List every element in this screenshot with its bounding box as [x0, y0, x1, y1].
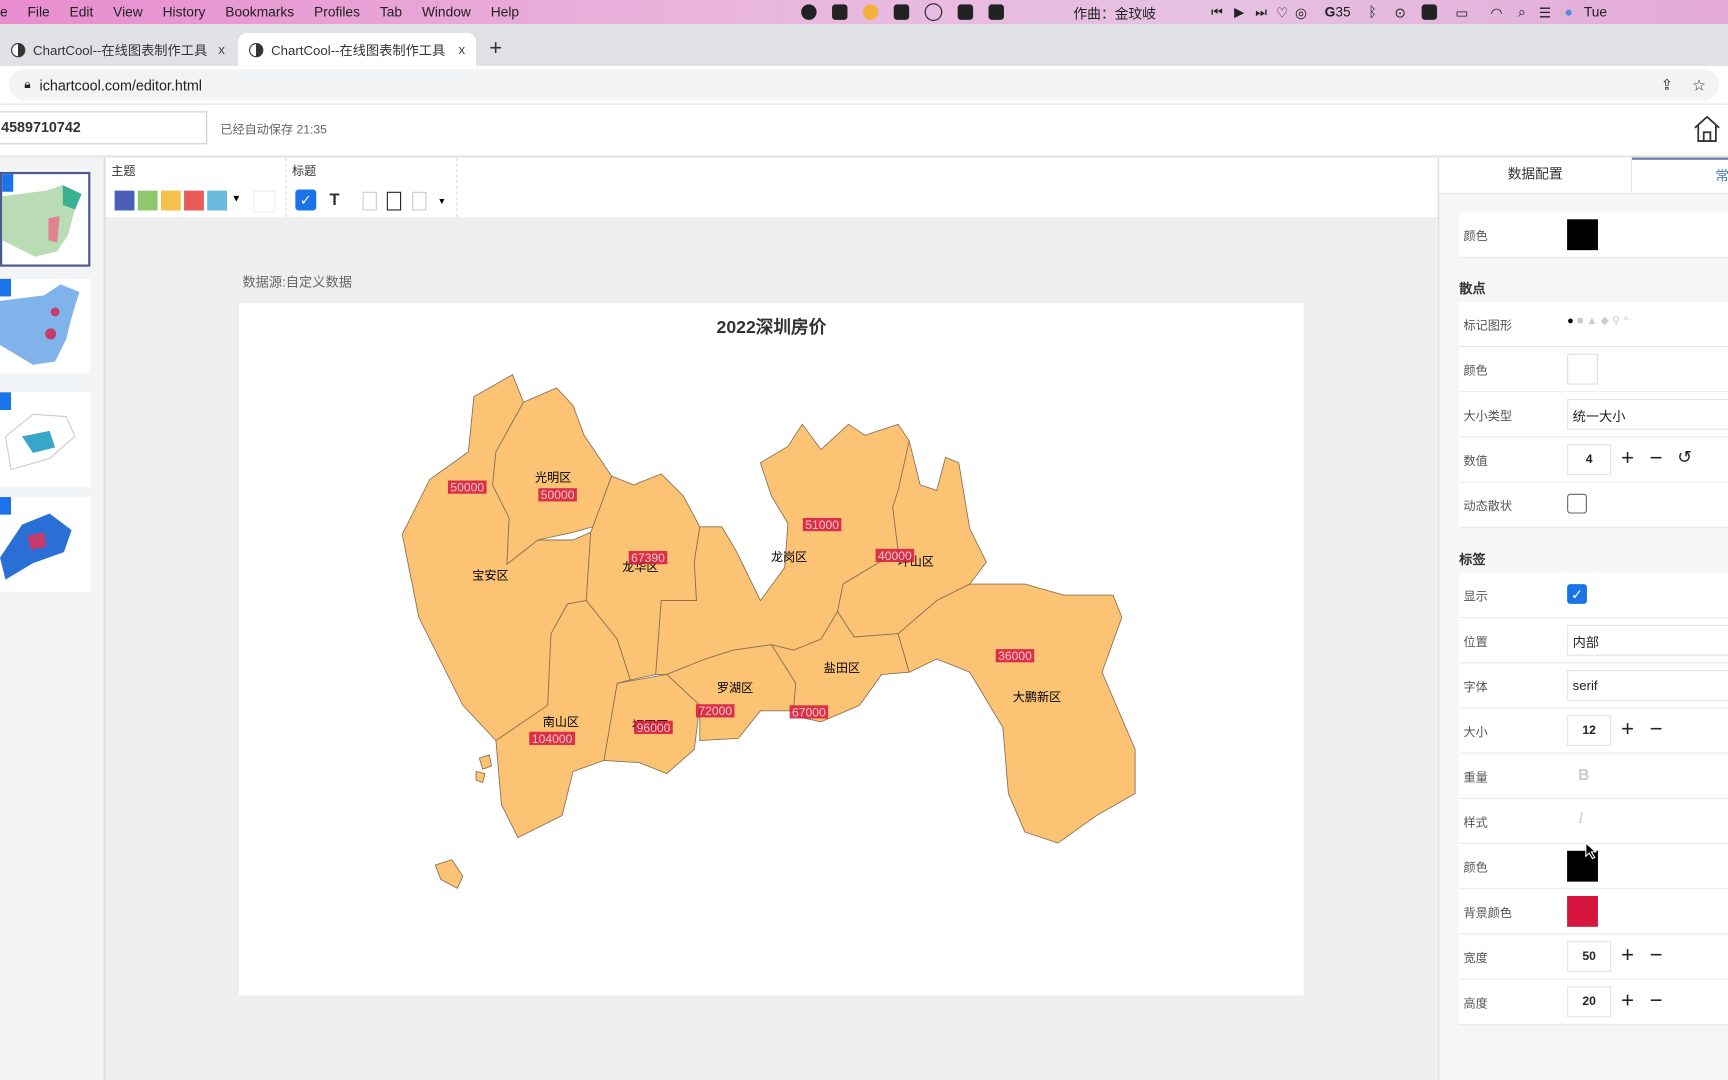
- map-region[interactable]: [897, 583, 1136, 844]
- row-scatter-color: 颜色: [1459, 347, 1728, 393]
- region-name-label: 罗湖区: [717, 680, 753, 695]
- region-value-label: 50000: [541, 488, 575, 502]
- decrement-button[interactable]: −: [1650, 989, 1663, 1013]
- font-select[interactable]: serif: [1567, 670, 1728, 701]
- position-select[interactable]: 内部: [1567, 624, 1728, 656]
- mouse-cursor-icon: [1585, 841, 1598, 860]
- label: 大小: [1463, 726, 1488, 740]
- label: 样式: [1463, 816, 1488, 830]
- share-icon[interactable]: ⇪: [1661, 76, 1673, 94]
- decrement-button[interactable]: −: [1650, 943, 1663, 967]
- bold-icon[interactable]: B: [1578, 766, 1589, 784]
- label: 重量: [1463, 771, 1488, 785]
- battery-icon[interactable]: ▭: [1455, 4, 1468, 21]
- bg-color-picker[interactable]: [1567, 895, 1598, 927]
- section-scatter: 散点: [1459, 281, 1486, 297]
- bookmark-star-icon[interactable]: ☆: [1692, 75, 1706, 94]
- marker-triangle-icon[interactable]: ▲: [1587, 315, 1598, 327]
- width-input[interactable]: 50: [1567, 941, 1612, 972]
- region-name-label: 盐田区: [824, 661, 860, 675]
- row-size: 大小 12 + −: [1459, 708, 1728, 754]
- region-value-label: 50000: [450, 481, 484, 495]
- label: 高度: [1463, 997, 1488, 1011]
- label: 颜色: [1463, 861, 1488, 876]
- search-icon[interactable]: ⌕: [1518, 4, 1526, 21]
- region-name-label: 龙岗区: [771, 550, 807, 564]
- row-size-type: 大小类型 统一大小: [1459, 392, 1728, 438]
- marker-arrow-icon[interactable]: ^: [1623, 315, 1628, 327]
- increment-button[interactable]: +: [1621, 943, 1634, 967]
- label: 颜色: [1463, 364, 1488, 378]
- clock[interactable]: Tue: [1584, 4, 1607, 19]
- home-icon[interactable]: [1692, 114, 1723, 145]
- decrement-button[interactable]: −: [1650, 717, 1663, 741]
- tab-data-config[interactable]: 数据配置: [1439, 157, 1633, 193]
- label: 标记图形: [1463, 319, 1512, 333]
- label: 背景颜色: [1463, 906, 1512, 921]
- decrement-button[interactable]: −: [1650, 446, 1663, 470]
- row-position: 位置 内部: [1459, 618, 1728, 664]
- region-value-label: 51000: [805, 518, 839, 532]
- label: 动态散状: [1463, 500, 1512, 514]
- label: 宽度: [1463, 952, 1488, 966]
- row-show: 显示 ✓: [1459, 573, 1728, 619]
- wifi-icon[interactable]: ◠: [1490, 4, 1502, 21]
- increment-button[interactable]: +: [1621, 717, 1634, 741]
- marker-circle-icon[interactable]: ●: [1567, 315, 1574, 327]
- dynamic-checkbox[interactable]: [1567, 493, 1587, 514]
- show-label-checkbox[interactable]: ✓: [1567, 584, 1587, 604]
- row-font: 字体 serif: [1459, 663, 1728, 709]
- region-value-label: 36000: [998, 649, 1032, 663]
- region-value-label: 67000: [792, 705, 826, 719]
- row-bg-color: 背景颜色: [1459, 889, 1728, 935]
- region-name-label: 宝安区: [472, 568, 508, 583]
- row-value: 数值 4 + − ↺: [1459, 437, 1728, 483]
- label: 数值: [1463, 455, 1488, 469]
- row-color: 颜色: [1459, 212, 1728, 258]
- label: 显示: [1463, 590, 1488, 604]
- row-marker: 标记图形 ● ■ ▲ ◆ ⚲ ^: [1459, 301, 1728, 348]
- row-width: 宽度 50 + −: [1459, 934, 1728, 980]
- row-style: 样式 I: [1459, 798, 1728, 845]
- label: 位置: [1463, 635, 1488, 650]
- color-picker[interactable]: [1567, 353, 1598, 385]
- reset-icon[interactable]: ↺: [1677, 446, 1692, 470]
- row-weight: 重量 B: [1459, 753, 1728, 799]
- region-name-label: 南山区: [543, 714, 579, 729]
- region-value-label: 40000: [878, 549, 912, 563]
- size-input[interactable]: 12: [1567, 715, 1612, 747]
- siri-icon[interactable]: ●: [1564, 4, 1572, 19]
- region-value-label: 104000: [532, 732, 573, 746]
- section-label: 标签: [1459, 552, 1486, 568]
- color-picker[interactable]: [1567, 219, 1598, 251]
- size-type-select[interactable]: 统一大小: [1567, 398, 1728, 430]
- region-name-label: 大鹏新区: [1013, 689, 1061, 704]
- marker-pin-icon[interactable]: ⚲: [1612, 315, 1620, 327]
- marker-square-icon[interactable]: ■: [1577, 315, 1584, 327]
- label: 大小类型: [1463, 409, 1512, 424]
- row-dynamic: 动态散状: [1459, 482, 1728, 528]
- label: 颜色: [1463, 230, 1488, 244]
- map-island: [434, 754, 493, 889]
- increment-button[interactable]: +: [1621, 989, 1634, 1013]
- value-input[interactable]: 4: [1567, 444, 1612, 475]
- label: 字体: [1463, 681, 1488, 695]
- tab-general[interactable]: 常: [1632, 157, 1728, 193]
- config-tabs: 数据配置 常: [1439, 157, 1728, 194]
- config-panel: 数据配置 常 颜色 散点 标记图形 ● ■ ▲ ◆ ⚲ ^ 颜色 大小类型 统一大…: [1438, 157, 1728, 1080]
- region-name-label: 光明区: [535, 471, 571, 485]
- region-value-label: 67390: [631, 551, 665, 565]
- region-value-label: 72000: [698, 704, 732, 718]
- increment-button[interactable]: +: [1621, 446, 1634, 470]
- shenzhen-map: 宝安区50000光明区50000龙华区67390 龙岗区51000坪山区40000…: [401, 374, 1136, 889]
- control-center-icon[interactable]: ☰: [1539, 4, 1551, 21]
- region-value-label: 96000: [637, 721, 671, 735]
- marker-diamond-icon[interactable]: ◆: [1601, 315, 1609, 327]
- row-height: 高度 20 + −: [1459, 979, 1728, 1025]
- italic-icon[interactable]: I: [1578, 811, 1583, 829]
- height-input[interactable]: 20: [1567, 986, 1612, 1018]
